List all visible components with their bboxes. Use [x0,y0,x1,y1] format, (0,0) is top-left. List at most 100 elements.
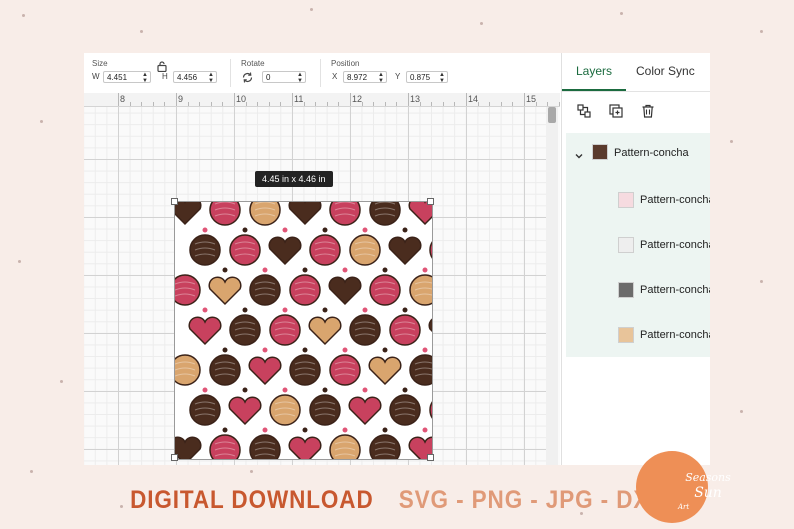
resize-handle-bottom-left[interactable] [171,454,178,461]
ruler-tick-label: 12 [352,94,363,104]
concha-heart [288,436,322,459]
ruler-tick [268,102,270,106]
pattern-thumbnail-tan-icon [618,327,634,343]
rotate-field[interactable]: 0 ▲ ▼ [262,71,306,84]
y-stepper-icon[interactable]: ▲ ▼ [439,72,445,84]
ruler-tick [466,93,467,106]
ruler-tick [442,102,444,106]
pattern-thumbnail-dark-icon [618,282,634,298]
rotate-icon[interactable] [241,71,254,89]
concha-heart [248,356,282,386]
concha-bun [209,354,241,386]
pattern-dot [242,307,248,313]
layer-item[interactable]: Pattern-concha [566,267,710,311]
pattern-dot [282,387,288,393]
ruler-tick [431,102,433,106]
concha-bun [289,274,321,306]
ruler-tick [118,93,119,106]
concha-heart [208,276,242,306]
ruler-tick [338,102,340,106]
concha-heart [348,396,382,426]
ruler-tick [199,102,201,106]
concha-bun [189,394,221,426]
concha-bun [189,234,221,266]
concha-bun [329,354,361,386]
x-position-field[interactable]: 8.972 ▲ ▼ [343,71,387,84]
y-position-field[interactable]: 0.875 ▲ ▼ [406,71,448,84]
ruler-tick [547,102,549,106]
resize-handle-top-left[interactable] [171,198,178,205]
design-canvas[interactable]: 8 9 10 11 12 13 14 15 4.45 in x 4.46 in [84,93,560,465]
pattern-thumbnail-icon [592,144,608,160]
rotate-stepper-icon[interactable]: ▲ ▼ [297,72,303,84]
x-stepper-icon[interactable]: ▲ ▼ [378,72,384,84]
pattern-dot [262,347,268,353]
ruler-tick [419,102,421,106]
width-field[interactable]: 4.451 ▲ ▼ [103,71,151,84]
tab-divider [562,91,710,92]
concha-heart [408,202,432,226]
pattern-dot [342,267,348,273]
concha-heart [328,276,362,306]
pattern-dot [382,427,388,433]
layer-group-row[interactable]: Pattern-concha [566,133,710,177]
pattern-dot [202,227,208,233]
pattern-dot [302,267,308,273]
resize-handle-top-right[interactable] [427,198,434,205]
resize-handle-bottom-right[interactable] [427,454,434,461]
x-position-value: 8.972 [347,73,368,82]
rotate-value: 0 [266,73,271,82]
ruler-tick [489,102,491,106]
pattern-dot [302,347,308,353]
scrollbar-thumb[interactable] [548,107,556,123]
height-field[interactable]: 4.456 ▲ ▼ [173,71,217,84]
ruler-tick [396,102,398,106]
pattern-dot [222,267,228,273]
concha-bun [369,274,401,306]
concha-bun [409,274,432,306]
toolbar-divider [320,59,321,87]
concha-heart [368,356,402,386]
concha-bun [289,354,321,386]
concha-heart [308,316,342,346]
ruler-tick [535,102,537,106]
pattern-dot [322,387,328,393]
ruler-tick-label: 14 [468,94,479,104]
vertical-scrollbar[interactable] [546,107,558,465]
ruler-tick [176,93,177,106]
pattern-dot [422,347,428,353]
ruler-tick-label: 11 [294,94,304,104]
pattern-dot [362,227,368,233]
pattern-dot [322,307,328,313]
pattern-dot [422,427,428,433]
pattern-thumbnail-light-icon [618,237,634,253]
ruler-tick [303,102,305,106]
selected-pattern-object[interactable] [174,201,433,460]
layers-panel: Layers Color Sync Pattern-concha Pattern… [561,53,710,465]
width-stepper-icon[interactable]: ▲ ▼ [142,72,148,84]
ruler-tick [164,102,166,106]
ruler-tick [500,102,502,106]
height-stepper-icon[interactable]: ▲ ▼ [208,72,214,84]
concha-bun [309,394,341,426]
pattern-dot [202,387,208,393]
layer-item[interactable]: Pattern-concha [566,222,710,266]
ungroup-icon[interactable] [576,103,592,119]
concha-heart [175,202,202,226]
chevron-down-icon[interactable] [574,148,584,166]
ruler-tick [210,102,212,106]
tab-layers[interactable]: Layers [576,64,612,78]
layer-item[interactable]: Pattern-concha [566,312,710,356]
rotate-label: Rotate [241,59,265,68]
digital-download-label: DIGITAL DOWNLOAD [130,486,374,514]
delete-icon[interactable] [640,103,656,119]
concha-heart [388,236,422,266]
pattern-dot [302,427,308,433]
duplicate-icon[interactable] [608,103,624,119]
pattern-dot [362,387,368,393]
horizontal-ruler: 8 9 10 11 12 13 14 15 [84,93,560,107]
ruler-tick [152,102,154,106]
y-position-value: 0.875 [410,73,431,82]
layer-item[interactable]: Pattern-concha [566,177,710,221]
tab-color-sync[interactable]: Color Sync [636,64,695,78]
